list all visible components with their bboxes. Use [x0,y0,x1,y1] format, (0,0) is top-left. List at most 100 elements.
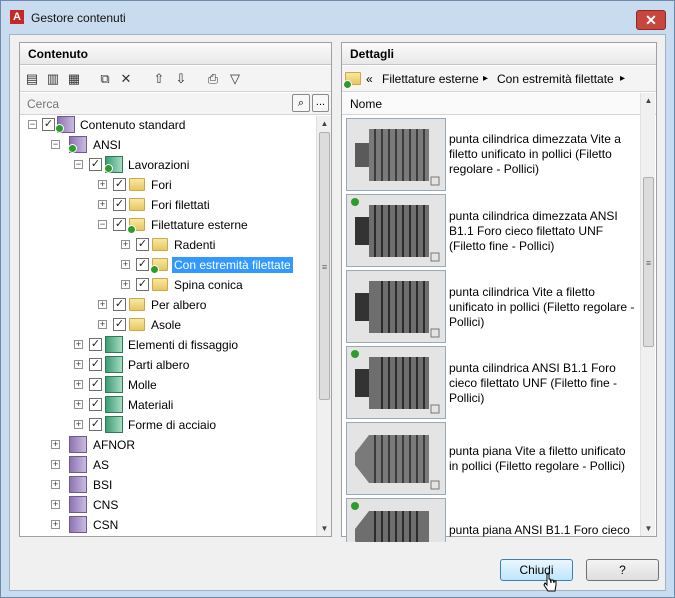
scrollbar-thumb[interactable]: ≡ [643,177,654,347]
checkbox[interactable]: ✓ [113,218,126,231]
expand-icon[interactable]: + [74,420,83,429]
tree-node-radenti[interactable]: + ✓ Radenti [20,236,316,254]
column-header-nome[interactable]: Nome [342,93,656,115]
expand-icon[interactable]: + [74,360,83,369]
expand-icon[interactable]: + [51,460,60,469]
expand-icon[interactable]: + [98,200,107,209]
collapse-icon[interactable]: − [98,220,107,229]
search-input[interactable] [23,95,289,112]
status-ok-icon [343,80,352,89]
close-window-button[interactable]: ✕ [636,10,666,30]
properties-icon[interactable]: ▦ [65,70,83,88]
tree-node-forme-di-acciaio[interactable]: + ✓ Forme di acciaio [20,416,316,434]
expand-icon[interactable]: + [121,240,130,249]
more-options-button[interactable]: ... [312,94,329,112]
list-item[interactable]: punta cilindrica ANSI B1.1 Foro cieco fi… [342,344,640,420]
expand-icon[interactable]: + [51,480,60,489]
collapse-icon[interactable]: − [28,120,37,129]
filter-icon[interactable]: ▽ [226,70,244,88]
new-category-icon[interactable]: ▥ [44,70,62,88]
breadcrumb: « Filettature esterne ▸ Con estremità fi… [342,66,656,92]
expand-icon[interactable]: + [51,500,60,509]
checkbox[interactable]: ✓ [89,418,102,431]
scroll-down-icon[interactable]: ▼ [317,521,332,536]
folder-icon [129,198,145,211]
tree-node-parti-albero[interactable]: + ✓ Parti albero [20,356,316,374]
tree-node-asole[interactable]: + ✓ Asole [20,316,316,334]
tree-node-as[interactable]: + AS [20,456,316,474]
move-up-icon[interactable]: ⇧ [150,70,168,88]
tree-node-materiali[interactable]: + ✓ Materiali [20,396,316,414]
list-item[interactable]: punta piana Vite a filetto unificato in … [342,420,640,496]
library-icon [69,476,87,493]
checkbox[interactable]: ✓ [42,118,55,131]
tree-node-filettature-esterne[interactable]: − ✓ Filettature esterne [20,216,316,234]
search-icon[interactable]: ⌕ [292,94,310,112]
copy-icon[interactable]: ⧉ [96,70,114,88]
tree-node-con-estremita-filettate[interactable]: + ✓ Con estremità filettate [20,256,316,274]
expand-icon[interactable]: + [98,300,107,309]
list-item[interactable]: punta cilindrica Vite a filetto unificat… [342,268,640,344]
tree-node-bsi[interactable]: + BSI [20,476,316,494]
checkbox[interactable]: ✓ [136,238,149,251]
checkbox[interactable]: ✓ [136,278,149,291]
checkbox[interactable]: ✓ [89,398,102,411]
tree-node-csn[interactable]: + CSN [20,516,316,534]
checkbox[interactable]: ✓ [89,338,102,351]
scroll-up-icon[interactable]: ▲ [317,116,332,131]
checkbox[interactable]: ✓ [113,298,126,311]
list-item[interactable]: punta cilindrica dimezzata ANSI B1.1 For… [342,192,640,268]
scroll-up-icon[interactable]: ▲ [641,93,656,108]
checkbox[interactable]: ✓ [113,318,126,331]
checkbox[interactable]: ✓ [113,198,126,211]
tree-node-molle[interactable]: + ✓ Molle [20,376,316,394]
tree-node-fori[interactable]: + ✓ Fori [20,176,316,194]
checkbox[interactable]: ✓ [89,158,102,171]
expand-icon[interactable]: + [74,340,83,349]
tree-label: Forme di acciaio [128,418,217,432]
help-button[interactable]: ? [586,559,659,581]
expand-icon[interactable]: + [74,380,83,389]
publish-icon[interactable]: ⎙ [204,70,222,88]
breadcrumb-separator-icon[interactable]: ▸ [620,73,625,84]
scroll-down-icon[interactable]: ▼ [641,521,656,536]
expand-icon[interactable]: + [74,400,83,409]
title-bar[interactable]: A Gestore contenuti ✕ [1,1,674,35]
collapse-icon[interactable]: − [51,140,60,149]
expand-icon[interactable]: + [98,180,107,189]
tree-scrollbar[interactable]: ▲ ≡ ▼ [316,116,331,536]
breadcrumb-item-con-estremita-filettate[interactable]: Con estremità filettate [497,72,614,86]
expand-icon[interactable]: + [51,520,60,529]
tree-node-contenuto-standard[interactable]: − ✓ Contenuto standard [20,116,316,134]
checkbox[interactable]: ✓ [113,178,126,191]
details-scrollbar[interactable]: ▲ ≡ ▼ [640,93,655,536]
breadcrumb-separator-icon[interactable]: ▸ [483,73,488,84]
details-panel-header: Dettagli [342,43,656,65]
collapse-icon[interactable]: − [74,160,83,169]
tree-node-elementi-di-fissaggio[interactable]: + ✓ Elementi di fissaggio [20,336,316,354]
checkbox[interactable]: ✓ [89,358,102,371]
scrollbar-thumb[interactable]: ≡ [319,132,330,400]
tree-node-afnor[interactable]: + AFNOR [20,436,316,454]
expand-icon[interactable]: + [98,320,107,329]
checkbox[interactable]: ✓ [89,378,102,391]
move-down-icon[interactable]: ⇩ [172,70,190,88]
breadcrumb-back-icon[interactable]: « [366,72,373,86]
expand-icon[interactable]: + [121,260,130,269]
close-button[interactable]: Chiudi [500,559,573,581]
breadcrumb-item-filettature-esterne[interactable]: Filettature esterne [382,72,479,86]
tree-node-spina-conica[interactable]: + ✓ Spina conica [20,276,316,294]
tree-node-per-albero[interactable]: + ✓ Per albero [20,296,316,314]
checkbox[interactable]: ✓ [136,258,149,271]
expand-icon[interactable]: + [51,440,60,449]
expand-icon[interactable]: + [121,280,130,289]
tree-node-fori-filettati[interactable]: + ✓ Fori filettati [20,196,316,214]
tree-node-cns[interactable]: + CNS [20,496,316,514]
new-library-icon[interactable]: ▤ [23,70,41,88]
folder-icon [129,178,145,191]
tree-node-ansi[interactable]: − ANSI [20,136,316,154]
tree-node-lavorazioni[interactable]: − ✓ Lavorazioni [20,156,316,174]
delete-icon[interactable]: ✕ [117,70,135,88]
list-item[interactable]: punta cilindrica dimezzata Vite a filett… [342,116,640,192]
list-item[interactable]: punta piana ANSI B1.1 Foro cieco [342,496,640,542]
